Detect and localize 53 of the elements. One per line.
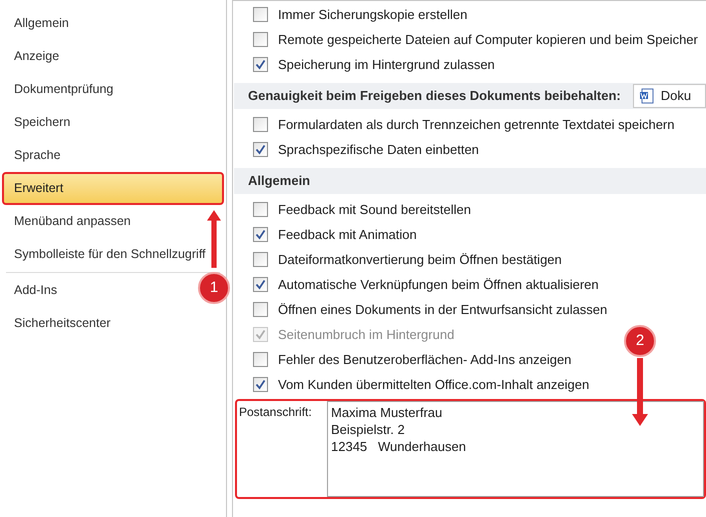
option-label: Vom Kunden übermittelten Office.com-Inhalt anzeigen: [278, 376, 590, 394]
section-title: Genauigkeit beim Freigeben dieses Dokuments beibehalten:: [248, 87, 621, 106]
sidebar-item[interactable]: Sprache: [10, 139, 65, 172]
checkmark-icon: [255, 144, 266, 155]
sidebar-item[interactable]: Dokumentprüfung: [10, 73, 118, 106]
option-label: Feedback mit Animation: [278, 226, 417, 244]
sidebar-item[interactable]: Symbolleiste für den Schnellzugriff: [10, 238, 210, 271]
option-label: Automatische Verknüpfungen beim Öffnen aktualisieren: [278, 276, 599, 294]
checkmark-icon: [255, 279, 266, 290]
dropdown-value: Doku: [660, 87, 692, 106]
sidebar-item[interactable]: Menüband anpassen: [10, 205, 135, 238]
checkbox[interactable]: [253, 252, 268, 267]
option-label: Fehler des Benutzeroberflächen- Add-Ins anzeigen: [278, 350, 572, 369]
sidebar-item[interactable]: Allgemein: [10, 7, 73, 40]
checkbox[interactable]: [253, 32, 268, 47]
document-icon: [638, 88, 655, 104]
option-label: Öffnen eines Dokuments in der Entwurfsansicht zulassen: [278, 300, 608, 319]
checkbox[interactable]: [253, 302, 268, 317]
checkbox[interactable]: [253, 117, 268, 132]
document-dropdown[interactable]: Doku: [632, 84, 706, 108]
option-label: Formulardaten als durch Trennzeichen getrennte Textdatei speichern: [278, 116, 674, 134]
sidebar-item[interactable]: Sicherheitscenter: [10, 307, 115, 340]
checkbox[interactable]: [253, 277, 268, 292]
option-label: Dateiformatkonvertierung beim Öffnen bestätigen: [278, 250, 562, 269]
checkbox[interactable]: [253, 377, 268, 392]
checkmark-icon: [255, 329, 266, 340]
checkbox[interactable]: [253, 57, 268, 72]
checkbox[interactable]: [253, 352, 268, 367]
checkmark-icon: [255, 379, 266, 390]
annotation-badge: 1: [198, 272, 230, 304]
sidebar-item[interactable]: Erweitert: [2, 172, 224, 205]
option-label: Feedback mit Sound bereitstellen: [278, 200, 471, 219]
sidebar-item[interactable]: Anzeige: [10, 40, 64, 73]
address-label: Postanschrift:: [238, 404, 313, 421]
section-title: Allgemein: [248, 172, 310, 190]
checkbox[interactable]: [253, 142, 268, 157]
checkbox[interactable]: [253, 227, 268, 242]
checkbox[interactable]: [253, 202, 268, 217]
checkmark-icon: [255, 59, 266, 70]
option-label: Remote gespeicherte Dateien auf Computer kopieren und beim Speicher: [278, 30, 698, 49]
option-label: Seitenumbruch im Hintergrund: [278, 326, 454, 344]
address-line: Beispielstr. 2: [331, 421, 406, 438]
checkbox[interactable]: [253, 7, 268, 22]
option-label: Sprachspezifische Daten einbetten: [278, 140, 479, 159]
sidebar-item[interactable]: Speichern: [10, 106, 74, 139]
address-line: 12345 Wunderhausen: [331, 438, 467, 455]
annotation-badge: 2: [624, 325, 656, 357]
sidebar-item[interactable]: Add-Ins: [10, 274, 62, 307]
address-line: Maxima Musterfrau: [331, 404, 444, 421]
checkmark-icon: [255, 229, 266, 240]
option-label: Immer Sicherungskopie erstellen: [278, 6, 468, 24]
option-label: Speicherung im Hintergrund zulassen: [278, 56, 495, 74]
address-field[interactable]: Maxima Musterfrau Beispielstr. 2 12345 Wunderhausen: [327, 401, 704, 497]
